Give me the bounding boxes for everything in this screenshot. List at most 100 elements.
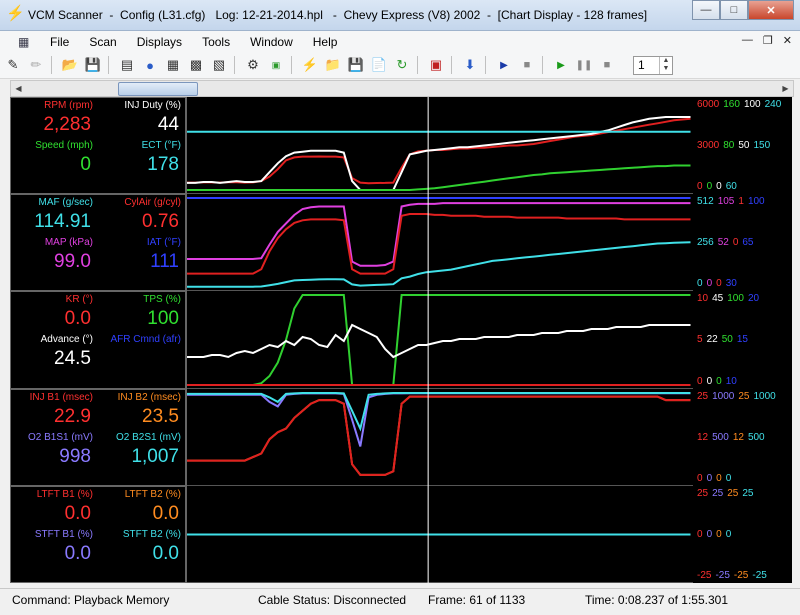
readout-value: 100 [147, 308, 179, 329]
menu-tools[interactable]: Tools [192, 35, 240, 49]
scale-tick-label: 3000 [697, 139, 720, 151]
readout-value: 0.0 [64, 543, 91, 564]
engine-icon[interactable]: ⚙ [243, 55, 263, 75]
play-icon[interactable]: ▶ [494, 55, 514, 75]
folder-icon[interactable]: 📁 [323, 55, 343, 75]
scale-tick-label: 0 [697, 473, 703, 484]
scale-row: 5 22 50 15 [697, 334, 752, 345]
save2-icon[interactable]: 💾 [346, 55, 366, 75]
scale-row: 0000 [697, 529, 735, 540]
save-icon[interactable]: 💾 [83, 55, 103, 75]
scale-tick-label: 45 [712, 293, 724, 304]
readout-label: IAT (°F) [146, 237, 181, 248]
open-folder-icon[interactable]: 📂 [60, 55, 80, 75]
series-line-tps [187, 294, 691, 386]
mdi-close-icon[interactable]: ✕ [783, 34, 792, 47]
scale-tick-label: 100 [743, 99, 761, 110]
app-icon: ⚡ [6, 5, 25, 22]
minimize-button[interactable]: — [692, 0, 720, 20]
scale-tick-label: 65 [742, 236, 754, 248]
scale-tick-label: 25 [697, 391, 709, 402]
readout-value: 24.5 [54, 348, 91, 369]
readout-panel: KR (°) TPS (%) Advance (°) AFR Cmnd (afr) 0.… [10, 291, 186, 389]
pause-icon[interactable]: ❚❚ [574, 55, 594, 75]
scale-row: 12 500 12 500 [697, 432, 769, 443]
grid-icon[interactable]: ▧ [209, 55, 229, 75]
table-icon[interactable]: ▤ [117, 55, 137, 75]
scroll-thumb[interactable] [118, 82, 198, 96]
document-icon[interactable]: 📄 [369, 55, 389, 75]
scale-row: 512 105 1 100 [697, 196, 769, 207]
scale-row: 25 25 25 25 [697, 488, 758, 499]
view-name: [Chart Display - 128 frames] [497, 8, 648, 22]
readout-value: 111 [150, 251, 179, 272]
status-command: Command: Playback Memory [12, 593, 170, 607]
stop-icon[interactable]: ■ [517, 55, 537, 75]
readout-value: 0.0 [152, 543, 179, 564]
chart-window-icon[interactable]: ▦ [18, 35, 34, 49]
axis-scale: 512 105 1 100 256 52 0 65 0 0 0 30 [695, 194, 792, 291]
scale-tick-label: 25 [738, 391, 750, 402]
scale-tick-label: 0 [716, 528, 722, 540]
globe-icon[interactable]: ● [140, 55, 160, 75]
frame-step-spinner[interactable]: 1 ▲ ▼ [633, 56, 673, 75]
readout-label: STFT B1 (%) [34, 529, 93, 540]
refresh-icon[interactable]: ↻ [392, 55, 412, 75]
mdi-restore-icon[interactable]: ❐ [763, 34, 773, 47]
playback-icon[interactable]: ▶ [551, 55, 571, 75]
scale-tick-label: 25 [697, 488, 709, 499]
mdi-minimize-icon[interactable]: — [742, 34, 753, 47]
scale-tick-label: 0 [716, 376, 722, 387]
gauge-icon[interactable]: ▩ [186, 55, 206, 75]
spinner-arrows-icon[interactable]: ▲ ▼ [659, 57, 672, 74]
scale-row: 0 0 0 30 [697, 278, 741, 289]
chart-display: RPM (rpm) INJ Duty (%) Speed (mph) ECT (°F)… [10, 97, 792, 583]
menu-file[interactable]: File [40, 35, 79, 49]
readout-panel: LTFT B1 (%) LTFT B2 (%) STFT B1 (%) STFT B2… [10, 486, 186, 583]
pen-icon[interactable]: ✎ [3, 55, 23, 75]
toolbar-separator [291, 56, 292, 74]
maximize-button[interactable]: □ [720, 0, 748, 20]
menu-window[interactable]: Window [240, 35, 303, 49]
scale-tick-label: 25 [742, 488, 754, 499]
readout-label: RPM (rpm) [44, 100, 93, 111]
flash-icon[interactable]: ⚡ [300, 55, 320, 75]
series-line-advance [187, 323, 691, 359]
scroll-right-icon[interactable]: ▶ [778, 81, 793, 96]
vehicle-name: Chevy Express (V8) 2002 [343, 8, 481, 22]
title-bar: ⚡ VCM Scanner - Config (L31.cfg) Log: 12… [0, 0, 800, 31]
stop-playback-icon[interactable]: ■ [597, 55, 617, 75]
pencil-icon[interactable]: ✏ [26, 55, 46, 75]
connect-icon[interactable]: ⬇ [460, 55, 480, 75]
scroll-left-icon[interactable]: ◀ [11, 81, 26, 96]
title-separator: - [486, 8, 491, 22]
axis-scale: 25 1000 25 1000 12 500 12 500 0 0 0 0 [695, 389, 792, 486]
axis-scale: 10 45 100 20 5 22 50 15 0 0 0 10 [695, 291, 792, 389]
menu-help[interactable]: Help [303, 35, 348, 49]
scale-tick-label: 1000 [712, 391, 735, 402]
scale-tick-label: 500 [712, 431, 729, 443]
scale-tick-label: 160 [723, 99, 740, 110]
menu-scan[interactable]: Scan [79, 35, 126, 49]
eff-icon[interactable]: ▣ [266, 55, 286, 75]
chart-icon[interactable]: ▦ [163, 55, 183, 75]
series-line-inj-duty [187, 116, 691, 191]
scale-tick-label: 0 [697, 181, 703, 192]
readout-value: 44 [157, 114, 179, 135]
readout-label: LTFT B2 (%) [124, 489, 181, 500]
menu-displays[interactable]: Displays [127, 35, 192, 49]
scale-tick-label: -25 [715, 570, 730, 581]
readout-label: TPS (%) [143, 294, 181, 305]
toolbar-separator [542, 56, 543, 74]
chart-scrollbar[interactable]: ◀ ▶ [10, 80, 794, 97]
scale-tick-label: 30 [725, 278, 737, 289]
scale-tick-label: 0 [725, 473, 732, 484]
scale-tick-label: 512 [697, 196, 714, 207]
readout-label: INJ B1 (msec) [29, 392, 93, 403]
readout-value: 0.0 [64, 308, 91, 329]
cars-icon[interactable]: ▣ [426, 55, 446, 75]
close-button[interactable]: ✕ [748, 0, 794, 20]
readout-label: MAF (g/sec) [38, 197, 93, 208]
axis-scale: 6000 160 100 240 3000 80 50 150 0 0 0 60 [695, 97, 792, 194]
mdi-controls: — ❐ ✕ [742, 34, 792, 47]
